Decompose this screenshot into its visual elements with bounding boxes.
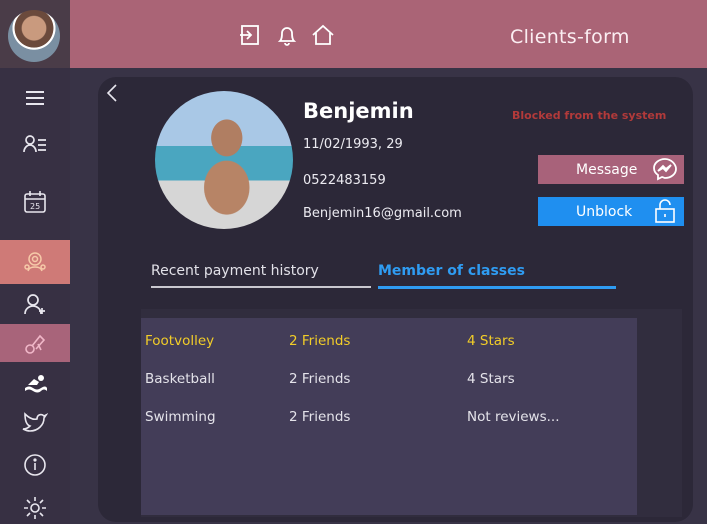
settings-icon[interactable] bbox=[0, 492, 70, 524]
class-friends: 2 Friends bbox=[289, 333, 351, 349]
client-birthdate: 11/02/1993, 29 bbox=[303, 137, 403, 152]
bell-icon[interactable] bbox=[274, 22, 300, 48]
calendar-day: 25 bbox=[30, 202, 40, 211]
class-name: Swimming bbox=[145, 409, 216, 425]
class-friends: 2 Friends bbox=[289, 371, 351, 387]
logout-icon[interactable] bbox=[238, 22, 264, 48]
message-button-label: Message bbox=[576, 161, 638, 178]
classes-icon[interactable] bbox=[0, 240, 70, 284]
table-row[interactable]: Footvolley 2 Friends 4 Stars bbox=[141, 330, 637, 354]
swim-icon[interactable] bbox=[0, 365, 70, 401]
sidebar: 25 bbox=[0, 68, 70, 524]
bird-icon[interactable] bbox=[0, 403, 70, 439]
client-photo bbox=[155, 91, 293, 229]
add-user-icon[interactable] bbox=[0, 286, 70, 322]
tab-payment-history[interactable]: Recent payment history bbox=[151, 263, 371, 288]
menu-icon[interactable] bbox=[0, 78, 70, 118]
messenger-icon bbox=[652, 157, 678, 181]
back-icon[interactable] bbox=[102, 81, 124, 105]
class-friends: 2 Friends bbox=[289, 409, 351, 425]
table-row[interactable]: Swimming 2 Friends Not reviews... bbox=[141, 406, 637, 430]
class-rating: 4 Stars bbox=[467, 333, 515, 349]
class-name: Basketball bbox=[145, 371, 215, 387]
page-title: Clients-form bbox=[510, 26, 630, 48]
class-rating: Not reviews... bbox=[467, 409, 560, 425]
exercise-icon[interactable] bbox=[0, 324, 70, 362]
user-avatar[interactable] bbox=[8, 10, 60, 62]
client-name: Benjemin bbox=[303, 99, 414, 123]
class-rating: 4 Stars bbox=[467, 371, 515, 387]
top-bar: Clients-form bbox=[0, 0, 707, 68]
home-icon[interactable] bbox=[310, 22, 336, 48]
classes-table: Footvolley 2 Friends 4 Stars Basketball 2 Fr… bbox=[141, 318, 637, 515]
class-name: Footvolley bbox=[145, 333, 215, 349]
blocked-status: Blocked from the system bbox=[512, 109, 667, 122]
unblock-button-label: Unblock bbox=[576, 203, 633, 220]
client-card: Benjemin Blocked from the system 11/02/1… bbox=[98, 77, 693, 522]
client-list-icon[interactable] bbox=[0, 124, 70, 164]
top-icon-group bbox=[238, 22, 336, 48]
user-avatar-area[interactable] bbox=[0, 0, 70, 68]
client-phone: 0522483159 bbox=[303, 173, 386, 188]
calendar-icon[interactable]: 25 bbox=[0, 182, 70, 222]
client-email: Benjemin16@gmail.com bbox=[303, 206, 462, 221]
table-row[interactable]: Basketball 2 Friends 4 Stars bbox=[141, 368, 637, 392]
main-panel: Benjemin Blocked from the system 11/02/1… bbox=[70, 68, 707, 524]
unlock-icon bbox=[652, 199, 678, 223]
message-button[interactable]: Message bbox=[538, 155, 684, 184]
info-icon[interactable] bbox=[0, 445, 70, 485]
unblock-button[interactable]: Unblock bbox=[538, 197, 684, 226]
tab-member-of-classes[interactable]: Member of classes bbox=[378, 263, 616, 289]
